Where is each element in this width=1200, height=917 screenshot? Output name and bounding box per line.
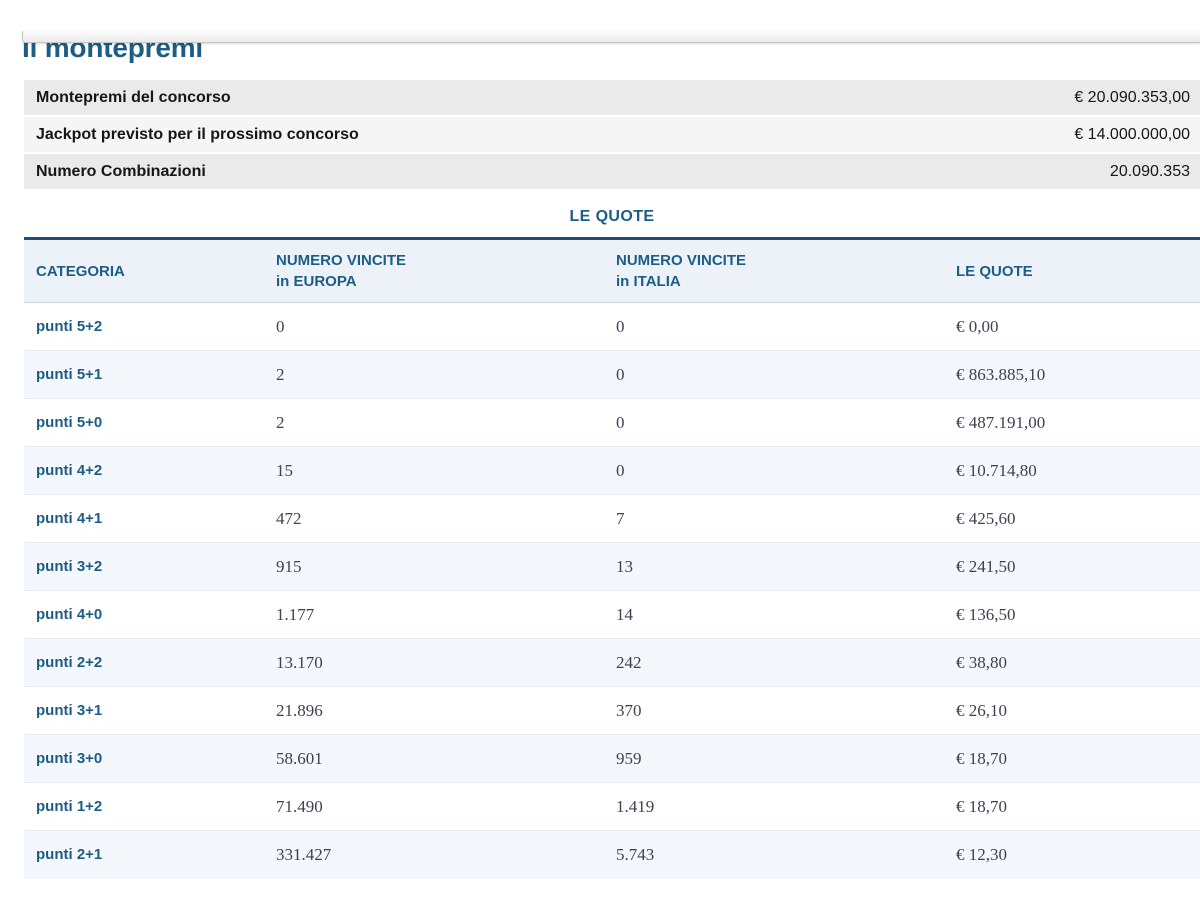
column-header: CATEGORIA xyxy=(24,239,264,303)
quota-cell: € 10.714,80 xyxy=(944,447,1200,495)
column-header: LE QUOTE xyxy=(944,239,1200,303)
category-cell: punti 3+1 xyxy=(24,687,264,735)
montepremi-section: Il montepremi Montepremi del concorso € … xyxy=(24,31,1200,879)
table-row: punti 5+1 2 0 € 863.885,10 xyxy=(24,351,1200,399)
quota-cell: € 241,50 xyxy=(944,543,1200,591)
quota-cell: € 18,70 xyxy=(944,735,1200,783)
europa-wins-cell: 915 xyxy=(264,543,604,591)
quota-cell: € 26,10 xyxy=(944,687,1200,735)
table-row: punti 5+2 0 0 € 0,00 xyxy=(24,303,1200,351)
table-row: punti 5+0 2 0 € 487.191,00 xyxy=(24,399,1200,447)
category-cell: punti 2+1 xyxy=(24,831,264,879)
europa-wins-cell: 15 xyxy=(264,447,604,495)
category-cell: punti 4+0 xyxy=(24,591,264,639)
summary-label: Jackpot previsto per il prossimo concors… xyxy=(36,126,359,144)
quota-cell: € 12,30 xyxy=(944,831,1200,879)
column-header-line2: in EUROPA xyxy=(276,271,604,292)
europa-wins-cell: 58.601 xyxy=(264,735,604,783)
category-cell: punti 5+2 xyxy=(24,303,264,351)
summary-row: Numero Combinazioni 20.090.353 xyxy=(24,154,1200,191)
europa-wins-cell: 21.896 xyxy=(264,687,604,735)
table-row: punti 2+1 331.427 5.743 € 12,30 xyxy=(24,831,1200,879)
category-cell: punti 4+2 xyxy=(24,447,264,495)
quotes-section-title: LE QUOTE xyxy=(24,208,1200,226)
category-cell: punti 5+1 xyxy=(24,351,264,399)
italia-wins-cell: 14 xyxy=(604,591,944,639)
category-cell: punti 3+2 xyxy=(24,543,264,591)
europa-wins-cell: 0 xyxy=(264,303,604,351)
quota-cell: € 38,80 xyxy=(944,639,1200,687)
table-row: punti 3+2 915 13 € 241,50 xyxy=(24,543,1200,591)
table-row: punti 4+2 15 0 € 10.714,80 xyxy=(24,447,1200,495)
europa-wins-cell: 2 xyxy=(264,399,604,447)
italia-wins-cell: 370 xyxy=(604,687,944,735)
italia-wins-cell: 0 xyxy=(604,351,944,399)
summary-label: Montepremi del concorso xyxy=(36,89,231,107)
europa-wins-cell: 13.170 xyxy=(264,639,604,687)
quotes-table-header: CATEGORIA NUMERO VINCITE in EUROPA NUMER… xyxy=(24,239,1200,303)
column-header-line1: NUMERO VINCITE xyxy=(616,250,944,271)
italia-wins-cell: 1.419 xyxy=(604,783,944,831)
summary-row: Jackpot previsto per il prossimo concors… xyxy=(24,117,1200,154)
column-header-line2: in ITALIA xyxy=(616,271,944,292)
quota-cell: € 0,00 xyxy=(944,303,1200,351)
summary-row: Montepremi del concorso € 20.090.353,00 xyxy=(24,80,1200,117)
table-row: punti 3+0 58.601 959 € 18,70 xyxy=(24,735,1200,783)
clipped-element-top xyxy=(22,31,1200,43)
column-header: NUMERO VINCITE in ITALIA xyxy=(604,239,944,303)
italia-wins-cell: 7 xyxy=(604,495,944,543)
italia-wins-cell: 959 xyxy=(604,735,944,783)
summary-value: € 14.000.000,00 xyxy=(1074,126,1190,144)
quota-cell: € 425,60 xyxy=(944,495,1200,543)
italia-wins-cell: 0 xyxy=(604,399,944,447)
table-row: punti 4+0 1.177 14 € 136,50 xyxy=(24,591,1200,639)
table-row: punti 2+2 13.170 242 € 38,80 xyxy=(24,639,1200,687)
summary-label: Numero Combinazioni xyxy=(36,163,206,181)
europa-wins-cell: 1.177 xyxy=(264,591,604,639)
column-header: NUMERO VINCITE in EUROPA xyxy=(264,239,604,303)
table-row: punti 1+2 71.490 1.419 € 18,70 xyxy=(24,783,1200,831)
europa-wins-cell: 331.427 xyxy=(264,831,604,879)
column-header-line1: CATEGORIA xyxy=(36,261,264,282)
table-row: punti 4+1 472 7 € 425,60 xyxy=(24,495,1200,543)
category-cell: punti 1+2 xyxy=(24,783,264,831)
italia-wins-cell: 0 xyxy=(604,447,944,495)
italia-wins-cell: 13 xyxy=(604,543,944,591)
summary-value: € 20.090.353,00 xyxy=(1074,89,1190,107)
quota-cell: € 18,70 xyxy=(944,783,1200,831)
category-cell: punti 4+1 xyxy=(24,495,264,543)
quota-cell: € 487.191,00 xyxy=(944,399,1200,447)
italia-wins-cell: 5.743 xyxy=(604,831,944,879)
italia-wins-cell: 0 xyxy=(604,303,944,351)
summary-value: 20.090.353 xyxy=(1110,163,1190,181)
quota-cell: € 136,50 xyxy=(944,591,1200,639)
europa-wins-cell: 472 xyxy=(264,495,604,543)
quotes-table: CATEGORIA NUMERO VINCITE in EUROPA NUMER… xyxy=(24,237,1200,879)
quotes-table-body: punti 5+2 0 0 € 0,00 punti 5+1 2 0 € 863… xyxy=(24,303,1200,879)
category-cell: punti 3+0 xyxy=(24,735,264,783)
europa-wins-cell: 71.490 xyxy=(264,783,604,831)
italia-wins-cell: 242 xyxy=(604,639,944,687)
column-header-line1: NUMERO VINCITE xyxy=(276,250,604,271)
column-header-line1: LE QUOTE xyxy=(956,261,1200,282)
europa-wins-cell: 2 xyxy=(264,351,604,399)
category-cell: punti 5+0 xyxy=(24,399,264,447)
prize-summary: Montepremi del concorso € 20.090.353,00 … xyxy=(24,80,1200,191)
table-row: punti 3+1 21.896 370 € 26,10 xyxy=(24,687,1200,735)
category-cell: punti 2+2 xyxy=(24,639,264,687)
quota-cell: € 863.885,10 xyxy=(944,351,1200,399)
